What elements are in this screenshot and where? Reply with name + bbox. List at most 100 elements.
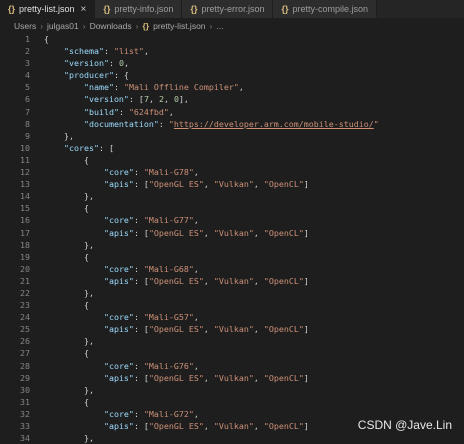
tab-pretty-error[interactable]: {} pretty-error.json [182, 0, 274, 18]
code-line[interactable]: 28 "core": "Mali-G76", [0, 360, 464, 372]
code-line[interactable]: 11 { [0, 154, 464, 166]
line-number: 29 [20, 372, 30, 383]
code-line[interactable]: 27 { [0, 347, 464, 359]
line-number: 6 [25, 94, 30, 105]
code-token: { [44, 34, 49, 44]
code-line[interactable]: 22 }, [0, 287, 464, 299]
code-token: "OpenCL" [263, 275, 304, 286]
code-token: "Mali Offline Compiler" [123, 82, 239, 93]
code-line[interactable]: 3 "version": 0, [0, 57, 464, 69]
breadcrumb-item[interactable]: julgas01 [47, 21, 79, 31]
code-token: : [133, 360, 144, 371]
code-token: : [ [133, 324, 149, 335]
code-line[interactable]: 23 { [0, 299, 464, 311]
code-token: : [103, 46, 114, 57]
code-line[interactable]: 16 "core": "Mali-G77", [0, 214, 464, 226]
breadcrumb-item[interactable]: ... [216, 21, 223, 31]
code-line[interactable]: 34 }, [0, 432, 464, 444]
code-line[interactable]: 26 }, [0, 335, 464, 347]
code-text: }, [44, 287, 94, 299]
line-number: 27 [20, 348, 30, 359]
code-line[interactable]: 7 "build": "624fbd", [0, 106, 464, 118]
code-text: { [44, 396, 89, 408]
code-text: "version": 0, [44, 57, 129, 69]
watermark: CSDN @Jave.Lin [357, 418, 452, 432]
code-text: { [44, 299, 89, 311]
line-number: 2 [25, 46, 30, 57]
code-line[interactable]: 15 { [0, 202, 464, 214]
code-token: "Mali-G72" [143, 408, 194, 419]
code-token: "documentation" [83, 118, 159, 129]
line-number: 7 [25, 106, 30, 117]
line-number: 24 [20, 312, 30, 323]
close-icon[interactable]: × [81, 4, 87, 15]
line-number: 23 [20, 300, 30, 311]
breadcrumb-item[interactable]: Downloads [90, 21, 132, 31]
code-token: "Mali-G57" [143, 312, 194, 323]
code-line[interactable]: 30 }, [0, 384, 464, 396]
code-token: }, [44, 287, 94, 298]
breadcrumb-item[interactable]: pretty-list.json [153, 21, 205, 31]
code-token: : [ [133, 421, 149, 431]
code-token: , [203, 421, 214, 431]
code-token: , [163, 94, 174, 105]
code-token: "build" [83, 106, 119, 117]
code-line[interactable]: 1{ [0, 33, 464, 45]
code-line[interactable]: 20 "core": "Mali-G68", [0, 263, 464, 275]
code-line[interactable]: 31 { [0, 396, 464, 408]
code-line[interactable]: 13 "apis": ["OpenGL ES", "Vulkan", "Open… [0, 178, 464, 190]
code-token: "cores" [63, 142, 99, 153]
line-number: 12 [20, 167, 30, 178]
code-line[interactable]: 21 "apis": ["OpenGL ES", "Vulkan", "Open… [0, 275, 464, 287]
code-token: "core" [103, 408, 134, 419]
code-token: "list" [113, 46, 144, 57]
code-token: { [44, 396, 89, 407]
code-token: , [253, 227, 264, 238]
code-line[interactable]: 5 "name": "Mali Offline Compiler", [0, 81, 464, 93]
code-token: "version" [83, 94, 129, 105]
line-number: 17 [20, 227, 30, 238]
code-token: "core" [103, 263, 134, 274]
code-line[interactable]: 8 "documentation": "https://developer.ar… [0, 118, 464, 130]
breadcrumb: Users › julgas01 › Downloads › {} pretty… [0, 18, 464, 34]
code-token: "apis" [103, 372, 134, 383]
code-token: , [203, 275, 214, 286]
code-token[interactable]: https://developer.arm.com/mobile-studio/ [174, 119, 374, 129]
code-token: ] [303, 421, 309, 431]
chevron-right-icon: › [135, 21, 139, 31]
code-line[interactable]: 4 "producer": { [0, 69, 464, 81]
code-token: ] [303, 324, 309, 335]
code-line[interactable]: 18 }, [0, 239, 464, 251]
code-editor[interactable]: 1{2 "schema": "list", 3 "version": 0, 4 "p… [0, 33, 464, 443]
code-token: "core" [103, 215, 134, 226]
code-text: "schema": "list", [44, 45, 149, 57]
code-line[interactable]: 17 "apis": ["OpenGL ES", "Vulkan", "Open… [0, 227, 464, 239]
code-line[interactable]: 12 "core": "Mali-G78", [0, 166, 464, 178]
code-line[interactable]: 24 "core": "Mali-G57", [0, 311, 464, 323]
code-line[interactable]: 19 { [0, 251, 464, 263]
code-line[interactable]: 9 }, [0, 130, 464, 142]
code-line[interactable]: 2 "schema": "list", [0, 45, 464, 57]
code-line[interactable]: 14 }, [0, 190, 464, 202]
code-text: "version": [7, 2, 0], [44, 93, 189, 105]
code-token: "Vulkan" [213, 275, 254, 286]
code-token: "OpenGL ES" [148, 275, 204, 286]
code-text: { [44, 202, 89, 214]
code-line[interactable]: 29 "apis": ["OpenGL ES", "Vulkan", "Open… [0, 372, 464, 384]
tab-pretty-info[interactable]: {} pretty-info.json [95, 0, 183, 18]
line-number: 9 [25, 130, 30, 141]
code-text: { [44, 251, 89, 263]
tab-pretty-compile[interactable]: {} pretty-compile.json [273, 0, 378, 18]
code-line[interactable]: 25 "apis": ["OpenGL ES", "Vulkan", "Open… [0, 323, 464, 335]
code-line[interactable]: 10 "cores": [ [0, 142, 464, 154]
tab-pretty-list[interactable]: {} pretty-list.json × [0, 0, 96, 18]
code-line[interactable]: 6 "version": [7, 2, 0], [0, 93, 464, 105]
breadcrumb-item[interactable]: Users [14, 21, 36, 31]
line-number: 16 [20, 215, 30, 226]
